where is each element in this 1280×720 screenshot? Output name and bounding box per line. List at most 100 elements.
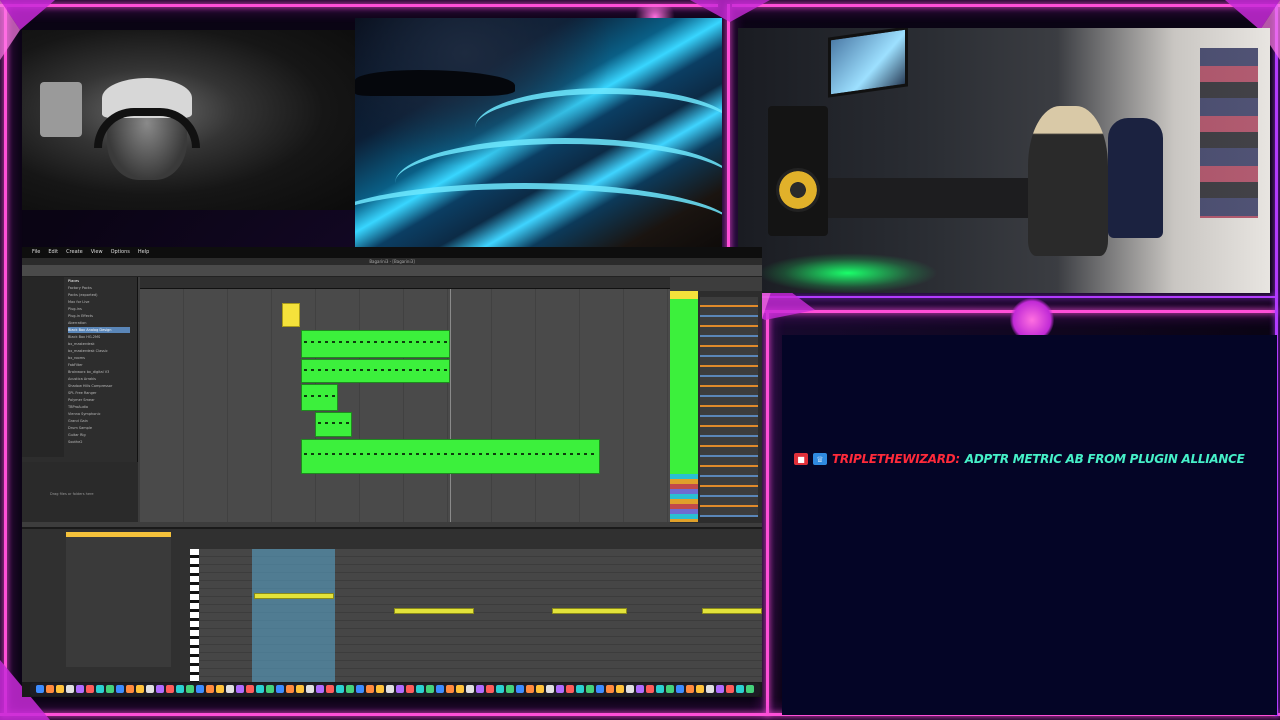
dock-app-icon[interactable] — [426, 685, 434, 693]
clip-properties[interactable] — [66, 532, 171, 667]
browser-item[interactable]: Max for Live — [68, 299, 130, 305]
browser-item[interactable]: Vienna Symphonic — [68, 411, 130, 417]
dock-app-icon[interactable] — [746, 685, 754, 693]
browser-item[interactable]: Packs (exported) — [68, 292, 130, 298]
dock-app-icon[interactable] — [396, 685, 404, 693]
dock-app-icon[interactable] — [536, 685, 544, 693]
mixer-section[interactable] — [670, 291, 762, 523]
browser-item[interactable]: TBProAudio — [68, 404, 130, 410]
daw-menu-item[interactable]: Options — [111, 247, 130, 258]
dock-app-icon[interactable] — [546, 685, 554, 693]
dock-app-icon[interactable] — [476, 685, 484, 693]
browser-item[interactable]: Drum Sample — [68, 425, 130, 431]
daw-menu-item[interactable]: Edit — [48, 247, 58, 258]
browser-item[interactable]: Aberration — [68, 320, 130, 326]
browser-item[interactable]: Acustica Arrakis — [68, 376, 130, 382]
mixer-controls[interactable] — [700, 297, 758, 517]
dock-app-icon[interactable] — [316, 685, 324, 693]
browser-item[interactable]: Guitar Rig — [68, 432, 130, 438]
dock-app-icon[interactable] — [706, 685, 714, 693]
dock-app-icon[interactable] — [256, 685, 264, 693]
browser-item[interactable]: Plug-in Effects — [68, 313, 130, 319]
browser-item[interactable]: Brainworx bx_digital V3 — [68, 369, 130, 375]
midi-clip[interactable] — [301, 384, 338, 411]
detail-view[interactable] — [22, 527, 762, 697]
dock-app-icon[interactable] — [686, 685, 694, 693]
dock-app-icon[interactable] — [366, 685, 374, 693]
dock-app-icon[interactable] — [636, 685, 644, 693]
dock-app-icon[interactable] — [696, 685, 704, 693]
dock-app-icon[interactable] — [36, 685, 44, 693]
dock-app-icon[interactable] — [226, 685, 234, 693]
dock-app-icon[interactable] — [646, 685, 654, 693]
browser-item[interactable]: Grand Gain — [68, 418, 130, 424]
dock-app-icon[interactable] — [576, 685, 584, 693]
dock-app-icon[interactable] — [146, 685, 154, 693]
dock-app-icon[interactable] — [276, 685, 284, 693]
browser-item[interactable]: Black Box HG-2MS — [68, 334, 130, 340]
dock-app-icon[interactable] — [526, 685, 534, 693]
dock-app-icon[interactable] — [736, 685, 744, 693]
dock-app-icon[interactable] — [726, 685, 734, 693]
midi-note[interactable] — [702, 608, 762, 614]
dock-app-icon[interactable] — [556, 685, 564, 693]
dock-app-icon[interactable] — [406, 685, 414, 693]
browser-item[interactable]: bx_masterdesk — [68, 341, 130, 347]
browser-item[interactable]: Shadow Hills Compressor — [68, 383, 130, 389]
dock-app-icon[interactable] — [486, 685, 494, 693]
return-tracks[interactable] — [670, 474, 698, 522]
browser-item[interactable]: bx_masterdesk Classic — [68, 348, 130, 354]
dock-app-icon[interactable] — [266, 685, 274, 693]
audio-clip-yellow[interactable] — [282, 303, 300, 327]
midi-note[interactable] — [552, 608, 627, 614]
dock-app-icon[interactable] — [436, 685, 444, 693]
arrangement-ruler[interactable] — [140, 277, 670, 289]
dock-app-icon[interactable] — [306, 685, 314, 693]
dock-app-icon[interactable] — [186, 685, 194, 693]
midi-note[interactable] — [254, 593, 334, 599]
browser-item[interactable]: SPL Free Ranger — [68, 390, 130, 396]
dock-app-icon[interactable] — [676, 685, 684, 693]
browser-item[interactable]: Black Box Analog Design — [68, 327, 130, 333]
piano-keys[interactable] — [190, 549, 199, 684]
dock-app-icon[interactable] — [76, 685, 84, 693]
dock-app-icon[interactable] — [386, 685, 394, 693]
dock-app-icon[interactable] — [296, 685, 304, 693]
dock-app-icon[interactable] — [86, 685, 94, 693]
dock-app-icon[interactable] — [346, 685, 354, 693]
dock-app-icon[interactable] — [236, 685, 244, 693]
dock-app-icon[interactable] — [156, 685, 164, 693]
daw-menu-item[interactable]: File — [32, 247, 40, 258]
dock-app-icon[interactable] — [416, 685, 424, 693]
browser-item[interactable]: Soothe2 — [68, 439, 130, 445]
midi-clip[interactable] — [301, 330, 450, 358]
daw-menu-item[interactable]: Help — [138, 247, 149, 258]
dock-app-icon[interactable] — [336, 685, 344, 693]
browser-item[interactable]: FabFilter — [68, 362, 130, 368]
dock-app-icon[interactable] — [506, 685, 514, 693]
daw-transport-bar[interactable] — [22, 265, 762, 277]
dock-app-icon[interactable] — [716, 685, 724, 693]
dock-app-icon[interactable] — [66, 685, 74, 693]
dock-app-icon[interactable] — [96, 685, 104, 693]
dock-app-icon[interactable] — [116, 685, 124, 693]
dock-app-icon[interactable] — [616, 685, 624, 693]
dock-app-icon[interactable] — [246, 685, 254, 693]
playhead[interactable] — [450, 289, 451, 522]
midi-note[interactable] — [394, 608, 474, 614]
browser-item[interactable]: Factory Packs — [68, 285, 130, 291]
dock-app-icon[interactable] — [206, 685, 214, 693]
dock-app-icon[interactable] — [566, 685, 574, 693]
dock-app-icon[interactable] — [516, 685, 524, 693]
dock-app-icon[interactable] — [196, 685, 204, 693]
dock-app-icon[interactable] — [446, 685, 454, 693]
dock-app-icon[interactable] — [586, 685, 594, 693]
dock-app-icon[interactable] — [656, 685, 664, 693]
dock-app-icon[interactable] — [356, 685, 364, 693]
browser-item[interactable]: Polymer Smear — [68, 397, 130, 403]
dock-app-icon[interactable] — [286, 685, 294, 693]
dock-app-icon[interactable] — [596, 685, 604, 693]
dock-app-icon[interactable] — [466, 685, 474, 693]
dock-app-icon[interactable] — [126, 685, 134, 693]
dock-app-icon[interactable] — [106, 685, 114, 693]
